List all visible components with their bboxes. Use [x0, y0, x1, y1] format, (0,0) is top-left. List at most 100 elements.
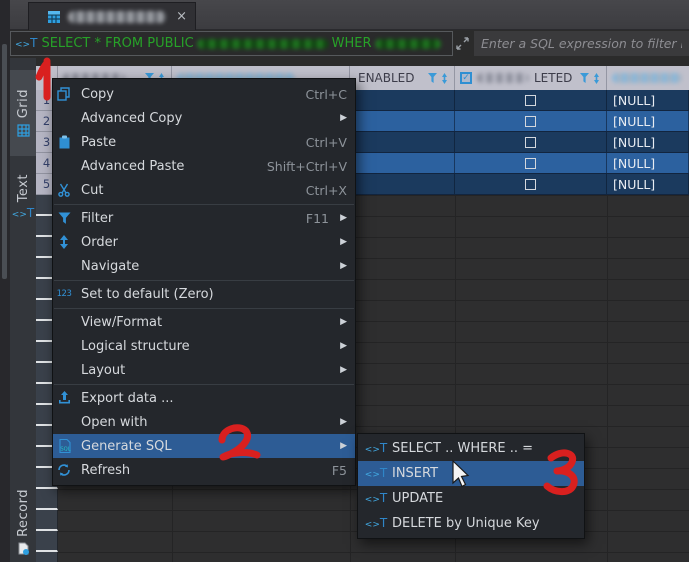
table-cell[interactable]: [NULL]: [607, 111, 689, 131]
table-cell[interactable]: [455, 90, 607, 110]
menu-item-right: ▶: [337, 441, 347, 451]
header-redacted: [477, 73, 529, 83]
record-icon: [18, 542, 29, 555]
table-cell[interactable]: [455, 111, 607, 131]
menu-item-navigate[interactable]: Navigate ▶: [53, 254, 355, 278]
menu-item-right: ▶: [337, 261, 347, 271]
tab-text[interactable]: Text <>T: [10, 160, 36, 234]
tab-text-label: Text: [15, 173, 31, 203]
tab-title-redacted: [68, 10, 166, 23]
tab-grid[interactable]: Grid: [10, 70, 36, 156]
sqltext-icon: <>T: [364, 441, 388, 455]
menu-item-open-with[interactable]: Open with ▶: [53, 410, 355, 434]
header-redacted: [612, 73, 682, 83]
filter-sort-icon[interactable]: [579, 72, 601, 85]
menu-item-logical-structure[interactable]: Logical structure ▶: [53, 334, 355, 358]
menu-item-refresh[interactable]: Refresh F5: [53, 458, 355, 482]
table-cell[interactable]: [350, 174, 455, 194]
menu-item-right: F5: [332, 463, 347, 478]
menu-item-copy[interactable]: Copy Ctrl+C: [53, 82, 355, 106]
null-value: [NULL]: [613, 176, 656, 192]
sql-statement-bar[interactable]: <>T SELECT * FROM PUBLIC WHER: [10, 31, 453, 56]
sqltext-icon: <>T: [364, 516, 388, 530]
menu-item-select-where[interactable]: <>T SELECT .. WHERE .. =: [358, 436, 584, 461]
table-cell[interactable]: [NULL]: [607, 132, 689, 152]
checkbox-unchecked[interactable]: [525, 157, 536, 169]
column-header-leted[interactable]: ✓ LETED: [455, 66, 607, 90]
sql-text-icon: <>T: [15, 36, 38, 50]
menu-item-insert[interactable]: <>T INSERT: [358, 461, 584, 486]
column-header-5[interactable]: [607, 66, 689, 90]
table-cell[interactable]: [350, 90, 455, 110]
menu-item-generate-sql[interactable]: SQL Generate SQL ▶: [53, 434, 355, 458]
menu-item-label: Advanced Copy: [81, 110, 183, 126]
header-label: LETED: [534, 71, 573, 85]
table-cell[interactable]: [455, 153, 607, 173]
menu-item-view-format[interactable]: View/Format ▶: [53, 310, 355, 334]
tab-grid-label: Grid: [15, 89, 31, 119]
checkbox-unchecked[interactable]: [525, 94, 536, 106]
menu-item-label: DELETE by Unique Key: [392, 516, 540, 531]
menu-item-right: ▶: [337, 365, 347, 375]
menu-item-set-to-default-zero[interactable]: 123 Set to default (Zero): [53, 282, 355, 306]
num123-icon: 123: [56, 289, 72, 299]
menu-separator: [54, 307, 354, 309]
boolean-checked-icon: ✓: [460, 72, 472, 84]
menu-item-cut[interactable]: Cut Ctrl+X: [53, 178, 355, 202]
table-cell[interactable]: [NULL]: [607, 153, 689, 173]
menu-item-shortcut: Ctrl+C: [305, 86, 347, 102]
menu-item-export-data[interactable]: Export data ...: [53, 386, 355, 410]
column-header-enabled[interactable]: ENABLED: [350, 66, 455, 90]
sql-text-icon: <>T: [11, 206, 35, 221]
menu-item-advanced-copy[interactable]: Advanced Copy ▶: [53, 106, 355, 130]
table-cell[interactable]: [350, 153, 455, 173]
menu-item-right: Ctrl+C: [306, 87, 347, 102]
expand-panel-icon[interactable]: [453, 34, 472, 53]
menu-item-shortcut: Ctrl+X: [305, 182, 347, 198]
menu-item-update[interactable]: <>T UPDATE: [358, 486, 584, 511]
table-cell[interactable]: [NULL]: [607, 174, 689, 194]
empty-row-header: [36, 510, 58, 531]
menu-item-advanced-paste[interactable]: Advanced Paste Shift+Ctrl+V: [53, 154, 355, 178]
submenu-arrow-icon: ▶: [340, 317, 347, 327]
paste-icon: [56, 134, 72, 150]
empty-row-header: [36, 531, 58, 552]
menu-item-label: Paste: [81, 134, 117, 150]
menu-item-shortcut: F5: [331, 462, 347, 478]
menu-item-paste[interactable]: Paste Ctrl+V: [53, 130, 355, 154]
tab-close-icon[interactable]: ×: [176, 10, 187, 23]
checkbox-unchecked[interactable]: [525, 115, 536, 127]
menu-separator: [54, 279, 354, 281]
table-icon: [48, 10, 60, 23]
checkbox-unchecked[interactable]: [525, 178, 536, 190]
table-cell[interactable]: [350, 132, 455, 152]
generate-sql-submenu: <>T SELECT .. WHERE .. = <>T INSERT <>T UPDAT…: [357, 433, 585, 539]
menu-item-right: ▶: [337, 237, 347, 247]
refresh-icon: [56, 462, 72, 478]
checkbox-unchecked[interactable]: [525, 136, 536, 148]
header-label: ENABLED: [358, 71, 415, 85]
editor-tab[interactable]: ×: [28, 2, 196, 30]
sql-statement-text: SELECT * FROM PUBLIC WHER: [41, 36, 441, 51]
menu-item-label: Logical structure: [81, 338, 190, 354]
filter-sort-icon[interactable]: [427, 72, 449, 85]
menu-item-order[interactable]: Order ▶: [53, 230, 355, 254]
tab-record-label: Record: [15, 489, 31, 537]
grid-icon: [16, 124, 30, 137]
table-cell[interactable]: [455, 174, 607, 194]
sql-redacted-2: [374, 38, 441, 49]
menu-item-filter[interactable]: Filter F11 ▶: [53, 206, 355, 230]
table-cell[interactable]: [NULL]: [607, 90, 689, 110]
submenu-arrow-icon: ▶: [340, 417, 347, 427]
filter-expression-input[interactable]: [474, 31, 689, 56]
menu-item-label: Advanced Paste: [81, 158, 185, 174]
left-scrollbar[interactable]: [2, 44, 7, 279]
menu-item-layout[interactable]: Layout ▶: [53, 358, 355, 382]
menu-item-delete-by-unique-key[interactable]: <>T DELETE by Unique Key: [358, 511, 584, 536]
submenu-arrow-icon: ▶: [340, 213, 347, 223]
tab-record[interactable]: Record: [10, 482, 36, 562]
null-value: [NULL]: [613, 155, 656, 171]
menu-item-label: Generate SQL: [81, 438, 172, 454]
table-cell[interactable]: [455, 132, 607, 152]
table-cell[interactable]: [350, 111, 455, 131]
